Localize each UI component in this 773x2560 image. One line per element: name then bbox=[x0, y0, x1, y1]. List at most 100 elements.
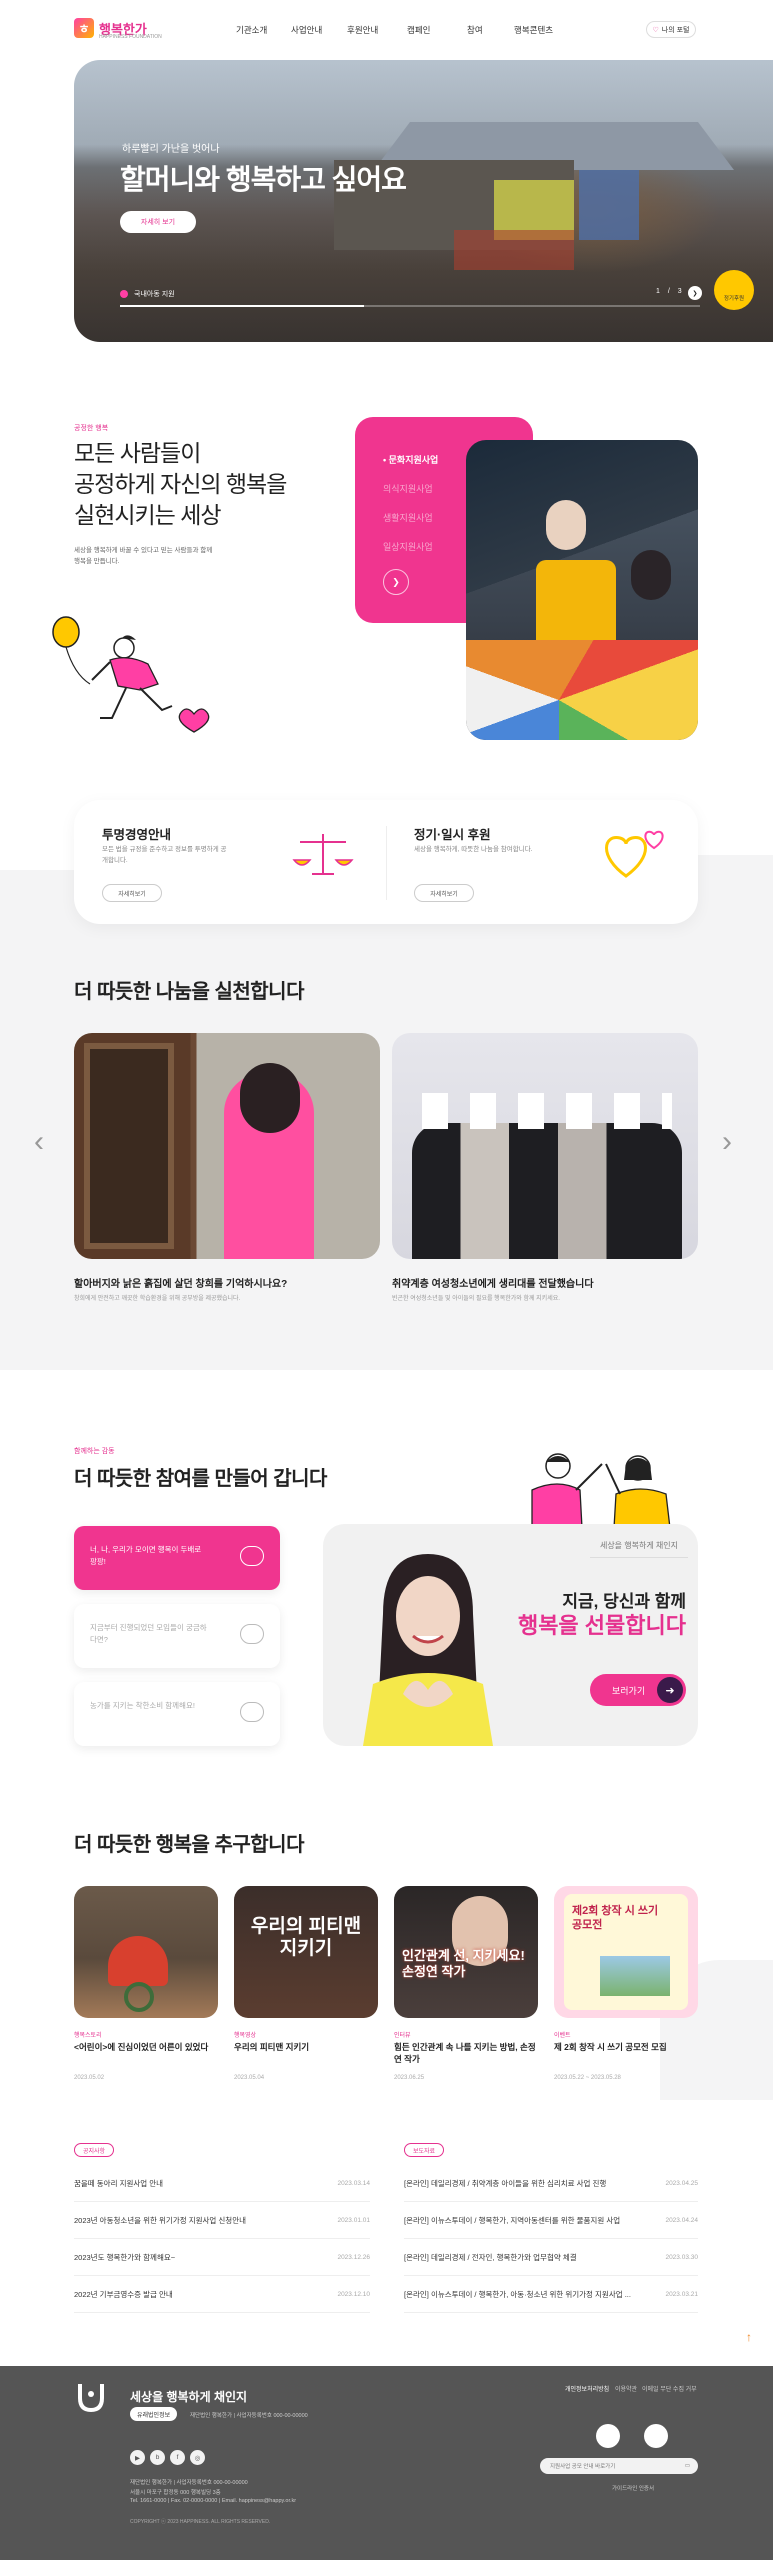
photo-hair bbox=[240, 1063, 300, 1133]
mission-tag: 공정한 행복 bbox=[74, 425, 109, 432]
hearts-icon bbox=[605, 830, 664, 878]
nav-item-participation[interactable]: 참여 bbox=[467, 24, 483, 36]
photo-group bbox=[412, 1123, 682, 1259]
happiness-item-title[interactable]: <어린이>에 진심이었던 어른이 있었다 bbox=[74, 2041, 218, 2053]
footer-contact: Tel. 1661-0000 | Fax. 02-0000-0000 | Ema… bbox=[130, 2498, 297, 2504]
participation-item[interactable]: 농가를 지키는 착한소비 함께해요! bbox=[74, 1682, 280, 1746]
sharing-photo-2[interactable] bbox=[392, 1033, 698, 1259]
participation-item-label: 지금부터 진행되었던 모임들이 궁금하다면? bbox=[90, 1623, 207, 1644]
footer-link-privacy[interactable]: 개인정보처리방침 bbox=[565, 2384, 609, 2393]
hero-next-button[interactable]: ❯ bbox=[688, 286, 702, 300]
happiness-thumb-3[interactable]: 인간관계 선, 지키세요! 손정연 작가 bbox=[394, 1886, 538, 2018]
press-row[interactable]: [온라인] 데일리경제 / 취약계층 아이들을 위한 심리치료 사업 진행 202… bbox=[404, 2165, 698, 2202]
hero-banner[interactable]: 하루빨리 가난을 벗어나 할머니와 행복하고 싶어요 자세히 보기 국내아동 지… bbox=[74, 60, 773, 342]
notice-row[interactable]: 꿈을떼 동아리 지원사업 안내 2023.03.14 bbox=[74, 2165, 370, 2202]
footer-link-terms[interactable]: 이용약관 bbox=[615, 2384, 637, 2393]
sharing-item-title[interactable]: 취약계층 여성청소년에게 생리대를 전달했습니다 bbox=[392, 1275, 594, 1290]
menu-next-button[interactable]: ❯ bbox=[383, 569, 409, 595]
mission-title-line: 실현시키는 세상 bbox=[74, 502, 222, 528]
happiness-thumb-4[interactable]: 제2회 창작 시 쓰기 공모전 bbox=[554, 1886, 698, 2018]
sharing-item-title[interactable]: 할아버지와 낡은 흙집에 살던 창희를 기억하시나요? bbox=[74, 1275, 287, 1290]
press-tag[interactable]: 보도자료 bbox=[404, 2143, 445, 2157]
row-title: 꿈을떼 동아리 지원사업 안내 bbox=[74, 2178, 164, 2188]
thumb-spring bbox=[124, 1982, 154, 2012]
row-title: 2023년도 행복한가와 함께해요~ bbox=[74, 2252, 176, 2262]
happiness-category: 행복영상 bbox=[234, 2033, 257, 2039]
hero-title: 할머니와 행복하고 싶어요 bbox=[120, 164, 407, 195]
youtube-icon[interactable]: ▶ bbox=[130, 2450, 145, 2465]
logo-subtitle: HAPPINESS FOUNDATION bbox=[99, 34, 162, 40]
row-title: [온라인] 데일리경제 / 취약계층 아이들을 위한 심리치료 사업 진행 bbox=[404, 2178, 607, 2188]
nav-item-donation[interactable]: 후원안내 bbox=[347, 24, 378, 36]
participation-item[interactable]: 지금부터 진행되었던 모임들이 궁금하다면? bbox=[74, 1604, 280, 1668]
notice-row[interactable]: 2023년 아동청소년을 위한 위기가정 지원사업 신청안내 2023.01.01 bbox=[74, 2202, 370, 2239]
footer-auth[interactable]: 가이드라인 인증서 bbox=[612, 2484, 654, 2492]
view-button[interactable]: 보러가기 ➜ bbox=[590, 1674, 686, 1706]
row-date: 2023.04.24 bbox=[665, 2216, 698, 2224]
footer-logo-icon bbox=[78, 2384, 104, 2413]
participation-item[interactable]: 너, 나, 우리가 모이면 행복이 두배로 팡팡! bbox=[74, 1526, 280, 1590]
smiling-woman-photo bbox=[363, 1554, 493, 1746]
notice-row[interactable]: 2022년 기부금영수증 발급 안내 2023.12.10 bbox=[74, 2276, 370, 2313]
press-row[interactable]: [온라인] 데일리경제 / 전자인, 행복한가와 업무협약 체결 2023.03.… bbox=[404, 2239, 698, 2276]
donation-desc: 세상을 행복하게, 따뜻한 나눔을 참여합니다. bbox=[414, 846, 533, 853]
press-row[interactable]: [온라인] 이뉴스투데이 / 행복한가, 아동·청소년 위한 위기가정 지원사업… bbox=[404, 2276, 698, 2313]
happiness-item-title[interactable]: 제 2회 창작 시 쓰기 공모전 모집 bbox=[554, 2041, 698, 2053]
notice-tag[interactable]: 공지사항 bbox=[74, 2143, 115, 2157]
row-date: 2023.04.25 bbox=[665, 2179, 698, 2187]
hero-caption-text: 국내아동 지원 bbox=[134, 291, 175, 298]
row-title: [온라인] 이뉴스투데이 / 행복한가, 아동·청소년 위한 위기가정 지원사업… bbox=[404, 2289, 631, 2299]
press-row[interactable]: [온라인] 이뉴스투데이 / 행복한가, 지역아동센터를 위한 물품지원 사업 2… bbox=[404, 2202, 698, 2239]
participation-tag: 함께하는 감동 bbox=[74, 1448, 115, 1455]
my-portal-button[interactable]: ♡ 나의 포털 bbox=[646, 21, 696, 38]
nav-item-about[interactable]: 기관소개 bbox=[236, 24, 267, 36]
info-cards: 투명경영안내 모든 법을 규정을 준수하고 정보를 투명하게 공개합니다. 자세… bbox=[74, 800, 698, 924]
nav-item-business[interactable]: 사업안내 bbox=[291, 24, 322, 36]
next-arrow-icon[interactable]: › bbox=[722, 1125, 732, 1159]
mission-title: 모든 사람들이 공정하게 자신의 행복을 실현시키는 세상 bbox=[74, 438, 287, 531]
campaign-headline-2: 행복을 선물합니다 bbox=[517, 1613, 686, 1638]
donation-title: 정기·일시 후원 bbox=[414, 828, 491, 842]
instagram-icon[interactable]: ◎ bbox=[190, 2450, 205, 2465]
certification-mark-icon bbox=[644, 2424, 668, 2448]
footer-copyright: COPYRIGHT ⓒ 2023 HAPPINESS. ALL RIGHTS R… bbox=[130, 2519, 271, 2525]
blog-icon[interactable]: b bbox=[150, 2450, 165, 2465]
photo-door bbox=[84, 1043, 174, 1249]
chat-icon bbox=[240, 1546, 264, 1566]
mission-desc: 세상을 행복하게 바꿀 수 있다고 믿는 사람들과 함께 행복을 만듭니다. bbox=[74, 547, 213, 565]
donation-detail-button[interactable]: 자세히보기 bbox=[414, 884, 474, 902]
nav-item-content[interactable]: 행복콘텐츠 bbox=[514, 24, 553, 36]
hero-subtitle: 하루빨리 가난을 벗어나 bbox=[122, 144, 220, 155]
regular-donation-badge[interactable]: 정기후원 bbox=[714, 270, 754, 310]
certification-mark-icon bbox=[596, 2424, 620, 2448]
row-date: 2023.12.26 bbox=[337, 2253, 370, 2261]
footer-info-chip[interactable]: 유래법인정보 bbox=[130, 2407, 178, 2421]
hero-detail-button[interactable]: 자세히 보기 bbox=[120, 211, 196, 233]
campaign-card[interactable]: 세상을 행복하게 채인지 지금, 당신과 함께 행복을 선물합니다 보러가기 ➜ bbox=[323, 1524, 698, 1746]
prev-arrow-icon[interactable]: ‹ bbox=[34, 1125, 44, 1159]
hero-pager: 1 / 3 bbox=[656, 288, 685, 295]
badge-label: 정기후원 bbox=[723, 296, 745, 302]
happiness-item-title[interactable]: 우리의 피티맨 지키기 bbox=[234, 2041, 378, 2053]
mission-title-line: 모든 사람들이 bbox=[74, 440, 201, 466]
hero-progress-bar bbox=[120, 305, 700, 307]
footer-address: 서울시 마포구 합정동 000 행복빌딩 3층 bbox=[130, 2490, 221, 2496]
notice-row[interactable]: 2023년도 행복한가와 함께해요~ 2023.12.26 bbox=[74, 2239, 370, 2276]
photo-person bbox=[546, 500, 586, 550]
nav-item-campaign[interactable]: 캠페인 bbox=[407, 24, 430, 36]
happiness-title: 더 따듯한 행복을 추구합니다 bbox=[74, 1834, 304, 1856]
culture-support-photo bbox=[466, 440, 698, 740]
footer-link-email[interactable]: 이메일 무단 수집 거부 bbox=[642, 2384, 697, 2393]
happiness-item-date: 2023.06.25 bbox=[394, 2075, 425, 2081]
site-select[interactable]: 지원사업 공모 안내 바로가기 ▭ bbox=[540, 2458, 698, 2474]
happiness-thumb-2[interactable]: 우리의 피티맨 지키기 bbox=[234, 1886, 378, 2018]
transparency-detail-button[interactable]: 자세히보기 bbox=[102, 884, 162, 902]
campaign-card-label: 세상을 행복하게 채인지 bbox=[589, 1534, 688, 1558]
sharing-photo-1[interactable] bbox=[74, 1033, 380, 1259]
happiness-item-title[interactable]: 힘든 인간관계 속 나를 지키는 방법, 손정연 작가 bbox=[394, 2041, 538, 2065]
happiness-thumb-1[interactable] bbox=[74, 1886, 218, 2018]
row-title: 2022년 기부금영수증 발급 안내 bbox=[74, 2289, 173, 2299]
scroll-top-icon[interactable]: ↑ bbox=[746, 2330, 752, 2344]
logo[interactable]: ㅎ 행복한가 HAPPINESS FOUNDATION bbox=[74, 18, 162, 40]
facebook-icon[interactable]: f bbox=[170, 2450, 185, 2465]
